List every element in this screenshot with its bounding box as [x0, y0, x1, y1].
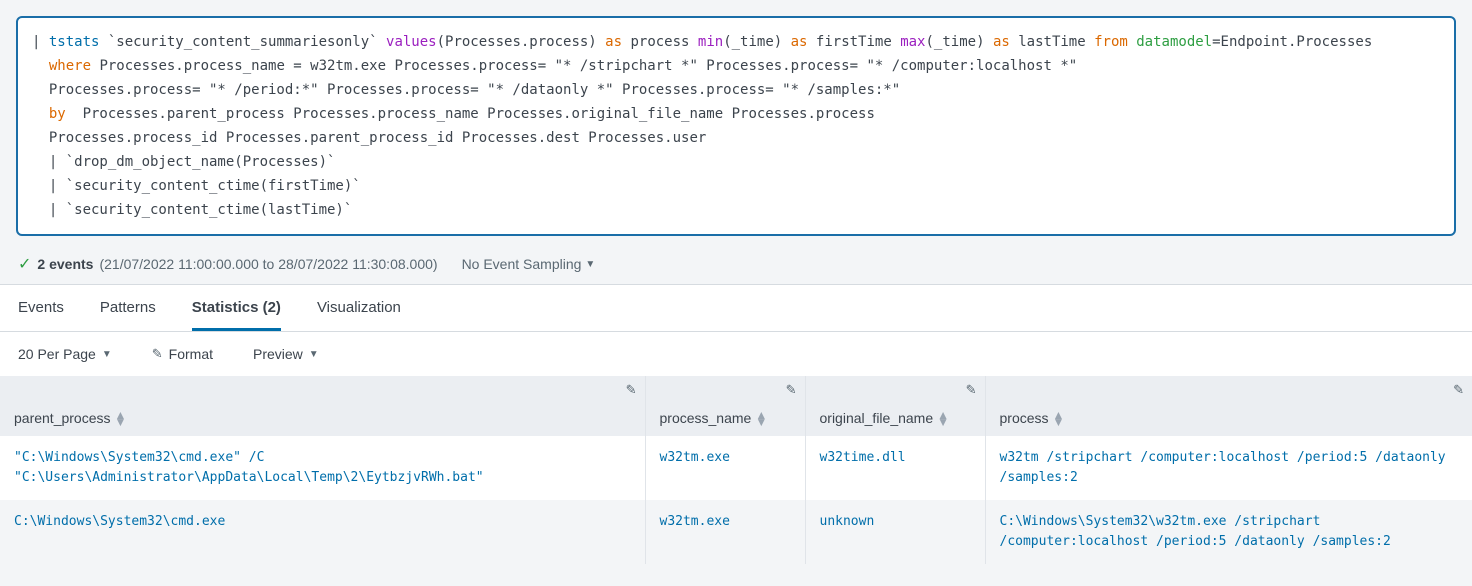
- col-process_name[interactable]: ✎ process_name ▲▼: [645, 376, 805, 436]
- sort-icon[interactable]: ▲▼: [115, 411, 127, 425]
- perpage-dropdown[interactable]: 20 Per Page ▼: [18, 346, 112, 362]
- perpage-label: 20 Per Page: [18, 346, 96, 362]
- pencil-icon[interactable]: ✎: [626, 382, 637, 398]
- tab-statistics[interactable]: Statistics (2): [192, 285, 281, 331]
- table-row[interactable]: "C:\Windows\System32\cmd.exe" /C "C:\Use…: [0, 436, 1472, 500]
- pencil-icon[interactable]: ✎: [786, 382, 797, 398]
- cell-process[interactable]: w32tm /stripchart /computer:localhost /p…: [985, 436, 1472, 500]
- format-label: Format: [169, 346, 213, 362]
- preview-label: Preview: [253, 346, 303, 362]
- col-label: process: [1000, 410, 1049, 426]
- tabstrip: Events Patterns Statistics (2) Visualiza…: [0, 284, 1472, 332]
- sort-icon[interactable]: ▲▼: [937, 411, 949, 425]
- tab-patterns[interactable]: Patterns: [100, 285, 156, 331]
- pencil-icon[interactable]: ✎: [1453, 382, 1464, 398]
- job-status: ✓ 2 events (21/07/2022 11:00:00.000 to 2…: [18, 254, 438, 274]
- tab-visualization[interactable]: Visualization: [317, 285, 401, 331]
- col-label: original_file_name: [820, 410, 934, 426]
- results-table: ✎ parent_process ▲▼ ✎ process_name ▲▼ ✎ …: [0, 376, 1472, 564]
- status-bar: ✓ 2 events (21/07/2022 11:00:00.000 to 2…: [0, 252, 1472, 284]
- events-count: 2 events: [37, 256, 93, 272]
- table-row[interactable]: C:\Windows\System32\cmd.exew32tm.exeunkn…: [0, 500, 1472, 564]
- format-button[interactable]: ✎ Format: [152, 346, 213, 362]
- sampling-label: No Event Sampling: [462, 256, 582, 272]
- cell-process_name[interactable]: w32tm.exe: [645, 500, 805, 564]
- search-input[interactable]: | tstats `security_content_summariesonly…: [16, 16, 1456, 236]
- col-original_file_name[interactable]: ✎ original_file_name ▲▼: [805, 376, 985, 436]
- check-icon: ✓: [18, 254, 31, 274]
- pencil-icon: ✎: [152, 346, 163, 362]
- chevron-down-icon: ▼: [309, 349, 319, 360]
- cell-process_name[interactable]: w32tm.exe: [645, 436, 805, 500]
- sort-icon[interactable]: ▲▼: [755, 411, 767, 425]
- pencil-icon[interactable]: ✎: [966, 382, 977, 398]
- tab-events[interactable]: Events: [18, 285, 64, 331]
- col-label: parent_process: [14, 410, 111, 426]
- col-label: process_name: [660, 410, 752, 426]
- sampling-dropdown[interactable]: No Event Sampling ▼: [462, 256, 596, 272]
- time-range: (21/07/2022 11:00:00.000 to 28/07/2022 1…: [99, 256, 437, 272]
- cell-parent_process[interactable]: "C:\Windows\System32\cmd.exe" /C "C:\Use…: [0, 436, 645, 500]
- preview-dropdown[interactable]: Preview ▼: [253, 346, 319, 362]
- sort-icon[interactable]: ▲▼: [1053, 411, 1065, 425]
- chevron-down-icon: ▼: [102, 349, 112, 360]
- cell-original_file_name[interactable]: unknown: [805, 500, 985, 564]
- cell-process[interactable]: C:\Windows\System32\w32tm.exe /stripchar…: [985, 500, 1472, 564]
- col-parent_process[interactable]: ✎ parent_process ▲▼: [0, 376, 645, 436]
- cell-parent_process[interactable]: C:\Windows\System32\cmd.exe: [0, 500, 645, 564]
- col-process[interactable]: ✎ process ▲▼: [985, 376, 1472, 436]
- results-toolbar: 20 Per Page ▼ ✎ Format Preview ▼: [0, 332, 1472, 376]
- cell-original_file_name[interactable]: w32time.dll: [805, 436, 985, 500]
- chevron-down-icon: ▼: [585, 259, 595, 270]
